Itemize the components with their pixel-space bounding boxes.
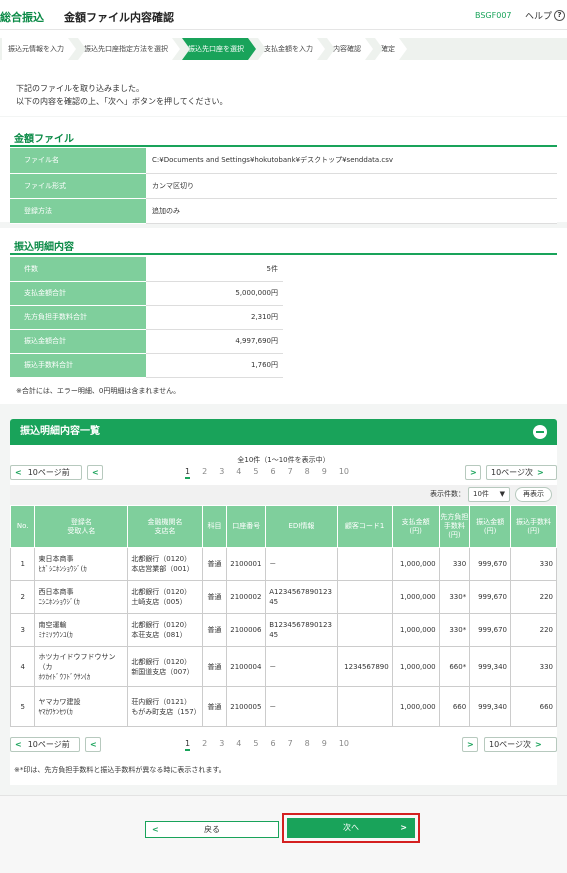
help-icon: ? bbox=[554, 10, 566, 21]
category-label: 総合振込 bbox=[0, 11, 44, 24]
page-9[interactable]: 9 bbox=[322, 467, 327, 479]
prev-10-pages-button[interactable]: <10ページ前 bbox=[10, 465, 82, 480]
back-button[interactable]: < 戻る bbox=[145, 821, 279, 838]
prev-page-button-bottom[interactable]: < bbox=[85, 737, 101, 752]
next-10-pages-button-bottom[interactable]: 10ページ次 > bbox=[484, 737, 557, 752]
page-title: 金額ファイル内容確認 bbox=[64, 11, 174, 24]
page-7[interactable]: 7 bbox=[288, 467, 293, 479]
next-button[interactable]: 次へ > bbox=[287, 818, 415, 838]
page-6[interactable]: 6 bbox=[270, 467, 275, 479]
prev-page-button[interactable]: < bbox=[87, 465, 103, 480]
page-4[interactable]: 4 bbox=[236, 467, 241, 479]
table-row: 1 東日本商事 ﾋｶﾞｼﾆﾎﾝｼｮｳｼﾞ(ｶ 北都銀行（0120） 本店営業部（00… bbox=[9, 547, 557, 581]
display-count-select[interactable]: 10件 ▼ bbox=[468, 487, 510, 502]
screen-code: BSGF007 bbox=[475, 11, 512, 20]
redisplay-button[interactable]: 再表示 bbox=[515, 487, 552, 502]
page-1[interactable]: 1 bbox=[185, 467, 191, 479]
progress-steps: 振込元情報を入力 振込先口座指定方法を選択 振込先口座を選択 支払金額を入力 内… bbox=[0, 38, 567, 60]
chevron-right-icon: > bbox=[400, 823, 407, 832]
table-row: 4 ホツカイドウフドウサン（カ ﾎﾂｶｲﾄﾞｳﾌﾄﾞｳｻﾝ(ｶ 北都銀行（0120… bbox=[9, 646, 557, 687]
table-row: 5 ヤマカワ建設 ﾔﾏｶﾜｹﾝｾﾂ(ｶ 荘内銀行（0121） もがみ町支店（157）… bbox=[9, 686, 557, 727]
detail-section-title: 振込明細内容 bbox=[14, 242, 74, 253]
step-6: 確定 bbox=[375, 38, 407, 60]
page-5[interactable]: 5 bbox=[253, 467, 258, 479]
next-button-highlight: 次へ > bbox=[282, 813, 420, 843]
file-format-value: カンマ区切り bbox=[146, 173, 557, 199]
pagination-top: 1 2 3 4 5 6 7 8 9 10 bbox=[185, 467, 349, 479]
file-name-value: C:¥Documents and Settings¥hokutobank¥デスク… bbox=[146, 148, 557, 174]
table-row: 2 西日本商事 ﾆｼﾆﾎﾝｼｮｳｼﾞ(ｶ 北都銀行（0120） 土崎支店（005） … bbox=[9, 580, 557, 614]
step-4: 支払金額を入力 bbox=[258, 38, 325, 60]
help-link[interactable]: ヘルプ? bbox=[525, 9, 566, 22]
detail-note: ※合計には、エラー明細、0円明細は含まれません。 bbox=[16, 387, 181, 395]
step-5: 内容確認 bbox=[327, 38, 373, 60]
prev-10-pages-button-bottom[interactable]: <10ページ前 bbox=[10, 737, 80, 752]
step-1: 振込元情報を入力 bbox=[2, 38, 76, 60]
page-10[interactable]: 10 bbox=[339, 467, 349, 479]
collapse-icon[interactable] bbox=[533, 425, 547, 439]
pagination-bottom: 1 2 3 4 5 6 7 8 9 10 bbox=[185, 739, 349, 751]
detail-summary-table: 件数 5件 支払金額合計 5,000,000円 先方負担手数料合計 2,310円 振込… bbox=[10, 257, 283, 378]
step-2: 振込先口座指定方法を選択 bbox=[78, 38, 180, 60]
next-page-button[interactable]: > bbox=[465, 465, 481, 480]
next-10-pages-button[interactable]: 10ページ次 > bbox=[486, 465, 557, 480]
page-3[interactable]: 3 bbox=[219, 467, 224, 479]
display-count-label: 表示件数： bbox=[430, 490, 465, 498]
step-3-current: 振込先口座を選択 bbox=[182, 38, 256, 60]
file-info-table: ファイル名 C:¥Documents and Settings¥hokutoban… bbox=[10, 148, 557, 224]
transfer-detail-table: No. 登録名 受取人名 金融機関名 支店名 科目 口座番号 EDI情報 顧客コ… bbox=[9, 505, 557, 727]
table-row: 3 南空運輸 ﾐﾅﾐｿﾗｳﾝﾕ(ｶ 北都銀行（0120） 本荘支店（081） 普通 … bbox=[9, 613, 557, 647]
chevron-left-icon: < bbox=[152, 825, 159, 834]
register-method-value: 追加のみ bbox=[146, 198, 557, 224]
header-bar: 総合振込 金額ファイル内容確認 BSGF007 ヘルプ? bbox=[0, 0, 567, 30]
list-header[interactable]: 振込明細内容一覧 bbox=[10, 419, 557, 445]
asterisk-footnote: ※*印は、先方負担手数料と振込手数料が異なる時に表示されます。 bbox=[14, 766, 226, 774]
instruction-text: 下記のファイルを取り込みました。 以下の内容を確認の上、「次へ」ボタンを押してく… bbox=[16, 84, 228, 106]
page-8[interactable]: 8 bbox=[305, 467, 310, 479]
dropdown-arrow-icon: ▼ bbox=[499, 490, 505, 498]
page-2[interactable]: 2 bbox=[202, 467, 207, 479]
file-section-title: 金額ファイル bbox=[14, 134, 74, 145]
next-page-button-bottom[interactable]: > bbox=[462, 737, 478, 752]
count-text: 全10件（1～10件を表示中） bbox=[237, 456, 330, 464]
